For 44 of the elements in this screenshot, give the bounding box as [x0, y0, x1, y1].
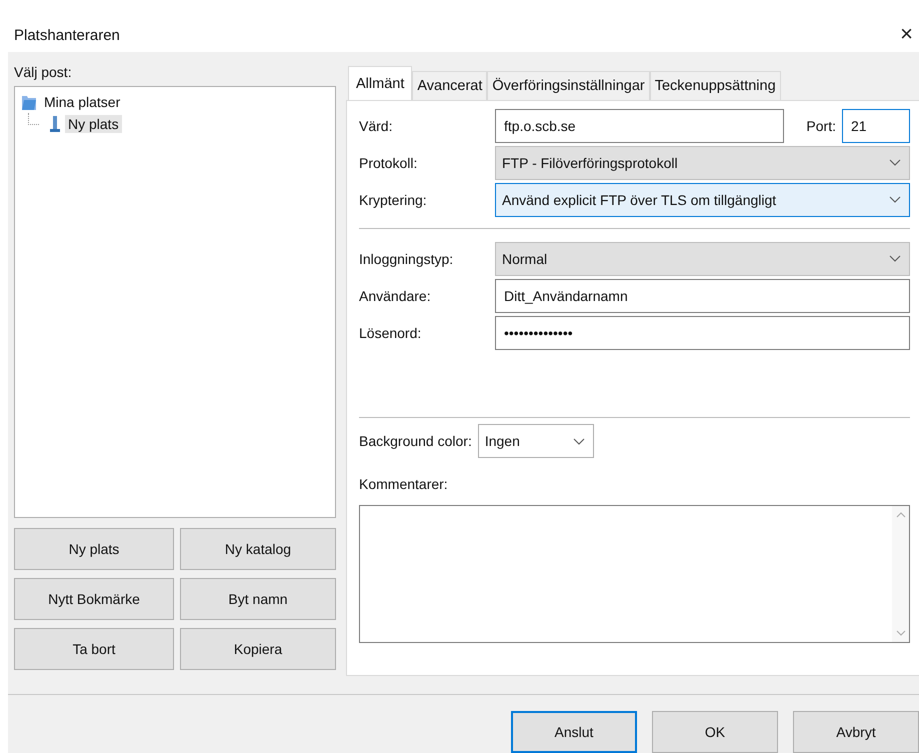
dropdown[interactable]: Använd explicit FTP över TLS om tillgängligt: [495, 182, 910, 216]
text-field[interactable]: 21: [842, 108, 910, 142]
field-label: Background color:: [359, 433, 472, 449]
field-label: Värd:: [359, 118, 394, 134]
chevron-icon: [572, 438, 585, 444]
text-field[interactable]: ftp.o.scb.se: [495, 108, 784, 142]
field-label: Kryptering:: [359, 192, 428, 208]
action-button[interactable]: Byt namn: [180, 578, 336, 620]
tree-label: Välj post:: [14, 64, 73, 80]
tree-item[interactable]: Ny plats: [65, 115, 122, 133]
scroll-up-icon[interactable]: [896, 512, 906, 518]
window-title: Platshanteraren: [14, 27, 120, 44]
action-button[interactable]: Ny plats: [14, 528, 174, 570]
dropdown[interactable]: FTP - Filöverföringsprotokoll: [495, 146, 910, 180]
chevron-icon: [889, 159, 901, 166]
field-label: Protokoll:: [359, 154, 418, 170]
action-button[interactable]: Kopiera: [180, 628, 336, 670]
field-label: Inloggningstyp:: [359, 250, 454, 266]
chevron-icon: [889, 196, 901, 203]
scroll-down-icon[interactable]: [896, 630, 906, 636]
field-label: Kommentarer:: [359, 476, 449, 492]
server-icon: [49, 115, 61, 133]
close-button[interactable]: ×: [900, 24, 913, 44]
action-button[interactable]: Ny katalog: [180, 528, 336, 570]
comments-field[interactable]: [359, 505, 910, 643]
action-button[interactable]: Ta bort: [14, 628, 174, 670]
field-label: Användare:: [359, 288, 432, 304]
action-button[interactable]: Nytt Bokmärke: [14, 578, 174, 620]
dialog-button[interactable]: Avbryt: [793, 711, 919, 753]
dropdown[interactable]: Normal: [495, 242, 910, 276]
tree-item[interactable]: Mina platser: [41, 93, 124, 111]
folder-icon: [21, 93, 37, 111]
tab[interactable]: Allmänt: [348, 66, 412, 100]
text-field[interactable]: Ditt_Användarnamn: [495, 278, 910, 312]
field-label: Port:: [806, 118, 836, 134]
text-field[interactable]: ••••••••••••••: [495, 316, 910, 350]
tab[interactable]: Avancerat: [412, 71, 488, 100]
tab[interactable]: Överföringsinställningar: [487, 71, 650, 100]
dropdown[interactable]: Ingen: [478, 424, 594, 458]
field-label: Lösenord:: [359, 324, 422, 340]
chevron-icon: [889, 255, 901, 262]
dialog-button[interactable]: Anslut: [511, 711, 637, 753]
dialog-button[interactable]: OK: [652, 711, 778, 753]
tab[interactable]: Teckenuppsättning: [650, 71, 781, 100]
